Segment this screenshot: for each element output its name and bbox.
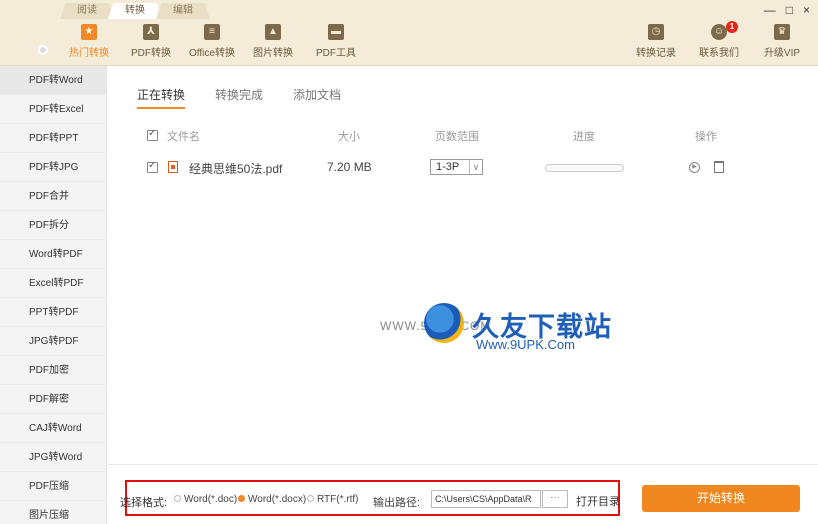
radio-icon [174,495,181,502]
close-button[interactable]: × [803,4,810,16]
tool-contact[interactable]: ☺ 1 联系我们 [692,21,746,64]
tool-label: 图片转换 [253,48,293,59]
select-all-checkbox[interactable] [147,128,158,141]
tool-label: PDF转换 [131,48,171,59]
watermark: WWW.9UPK.COM 久友下载站 Www.9UPK.Com [380,303,620,363]
sidebar-item-pdf-to-ppt[interactable]: PDF转PPT [0,124,106,153]
sidebar: PDF转Word PDF转Excel PDF转PPT PDF转JPG PDF合并… [0,66,107,524]
output-path-input[interactable]: C:\Users\CS\AppData\R [431,490,541,508]
status-dot-icon [38,45,48,55]
open-directory-link[interactable]: 打开目录 [576,493,620,509]
document-icon: ≡ [204,24,220,40]
tool-label: 升级VIP [763,48,801,59]
mode-tabs: 阅读 转换 编辑 [60,3,210,19]
format-option-docx[interactable]: Word(*.docx) [238,494,306,505]
sidebar-item-jpg-to-pdf[interactable]: JPG转PDF [0,327,106,356]
trash-icon[interactable] [714,161,724,173]
toolbox-icon: ▬ [328,24,344,40]
bottom-bar: 选择格式: Word(*.doc) Word(*.docx) RTF(*.rtf… [108,464,818,524]
tool-pdf-tools[interactable]: ▬ PDF工具 [309,24,363,64]
row-checkbox[interactable] [147,160,158,173]
mode-tab-read[interactable]: 阅读 [60,3,114,19]
conversion-progress-bar [545,164,624,172]
header-actions: 操作 [695,131,717,143]
sidebar-item-pdf-merge[interactable]: PDF合并 [0,182,106,211]
format-option-label: Word(*.doc) [184,494,238,505]
sidebar-item-jpg-to-word[interactable]: JPG转Word [0,443,106,472]
page-range-select[interactable]: 1-3P ∨ [430,159,483,175]
output-path-label: 输出路径: [373,497,421,509]
sidebar-item-pdf-to-excel[interactable]: PDF转Excel [0,95,106,124]
tool-image-convert[interactable]: ▲ 图片转换 [246,24,300,64]
header-size: 大小 [338,131,360,143]
watermark-url: Www.9UPK.Com [476,337,575,352]
table-header: 文件名 大小 页数范围 进度 操作 [108,128,808,144]
format-option-doc[interactable]: Word(*.doc) [174,494,237,505]
pdf-file-icon [168,161,178,173]
sidebar-item-word-to-pdf[interactable]: Word转PDF [0,240,106,269]
start-convert-button[interactable]: 开始转换 [642,485,800,512]
tool-label: 热门转换 [69,48,109,59]
star-icon: ★ [81,24,97,40]
image-icon: ▲ [265,24,281,40]
tool-label: Office转换 [189,48,235,59]
sidebar-item-pdf-compress[interactable]: PDF压缩 [0,472,106,501]
format-label: 选择格式: [120,497,168,509]
tab-add-document[interactable]: 添加文档 [293,86,341,109]
minimize-button[interactable]: — [764,4,776,16]
table-row: 经典思维50法.pdf 7.20 MB 1-3P ∨ ▶ [108,159,808,177]
tool-hot-convert[interactable]: ★ 热门转换 [62,24,116,64]
tabs: 正在转换 转换完成 添加文档 [137,86,341,109]
tool-upgrade-vip[interactable]: ♛ 升级VIP [755,24,809,64]
tab-completed[interactable]: 转换完成 [215,86,263,109]
play-icon[interactable]: ▶ [689,162,700,173]
tool-office-convert[interactable]: ≡ Office转换 [185,24,239,64]
sidebar-item-caj-to-word[interactable]: CAJ转Word [0,414,106,443]
radio-selected-icon [238,495,245,502]
pdf-icon: ⅄ [143,24,159,40]
sidebar-item-pdf-decrypt[interactable]: PDF解密 [0,385,106,414]
tool-history[interactable]: ◷ 转换记录 [629,24,683,64]
format-option-rtf[interactable]: RTF(*.rtf) [307,494,358,505]
sidebar-item-image-compress[interactable]: 图片压缩 [0,501,106,524]
toolbar: 阅读 转换 编辑 — □ × ★ 热门转换 ⅄ PDF转换 ≡ Office转换… [0,0,818,66]
page-range-value: 1-3P [436,161,460,173]
watermark-logo [424,303,464,343]
header-filename: 文件名 [167,131,200,143]
file-size: 7.20 MB [327,160,372,174]
tool-label: PDF工具 [316,48,356,59]
file-name: 经典思维50法.pdf [189,162,283,176]
crown-icon: ♛ [774,24,790,40]
support-icon: ☺ [711,24,727,40]
sidebar-item-excel-to-pdf[interactable]: Excel转PDF [0,269,106,298]
sidebar-item-ppt-to-pdf[interactable]: PPT转PDF [0,298,106,327]
chevron-down-icon: ∨ [469,160,482,174]
sidebar-item-pdf-to-word[interactable]: PDF转Word [0,66,106,95]
mode-tab-edit[interactable]: 编辑 [156,3,210,19]
tool-label: 联系我们 [699,48,739,59]
header-pages: 页数范围 [435,131,479,143]
radio-icon [307,495,314,502]
sidebar-item-pdf-encrypt[interactable]: PDF加密 [0,356,106,385]
tool-label: 转换记录 [636,48,676,59]
header-progress: 进度 [573,131,595,143]
sidebar-item-pdf-to-jpg[interactable]: PDF转JPG [0,153,106,182]
main-panel: 正在转换 转换完成 添加文档 文件名 大小 页数范围 进度 操作 经典思维50法… [108,66,818,464]
clock-icon: ◷ [648,24,664,40]
format-option-label: Word(*.docx) [248,494,307,505]
format-option-label: RTF(*.rtf) [317,494,359,505]
mode-tab-convert[interactable]: 转换 [108,3,162,19]
browse-button[interactable]: ··· [542,490,568,508]
window-controls: — □ × [764,4,810,16]
tab-converting[interactable]: 正在转换 [137,86,186,109]
sidebar-item-pdf-split[interactable]: PDF拆分 [0,211,106,240]
notification-badge: 1 [726,21,738,33]
tool-pdf-convert[interactable]: ⅄ PDF转换 [124,24,178,64]
maximize-button[interactable]: □ [786,4,793,16]
